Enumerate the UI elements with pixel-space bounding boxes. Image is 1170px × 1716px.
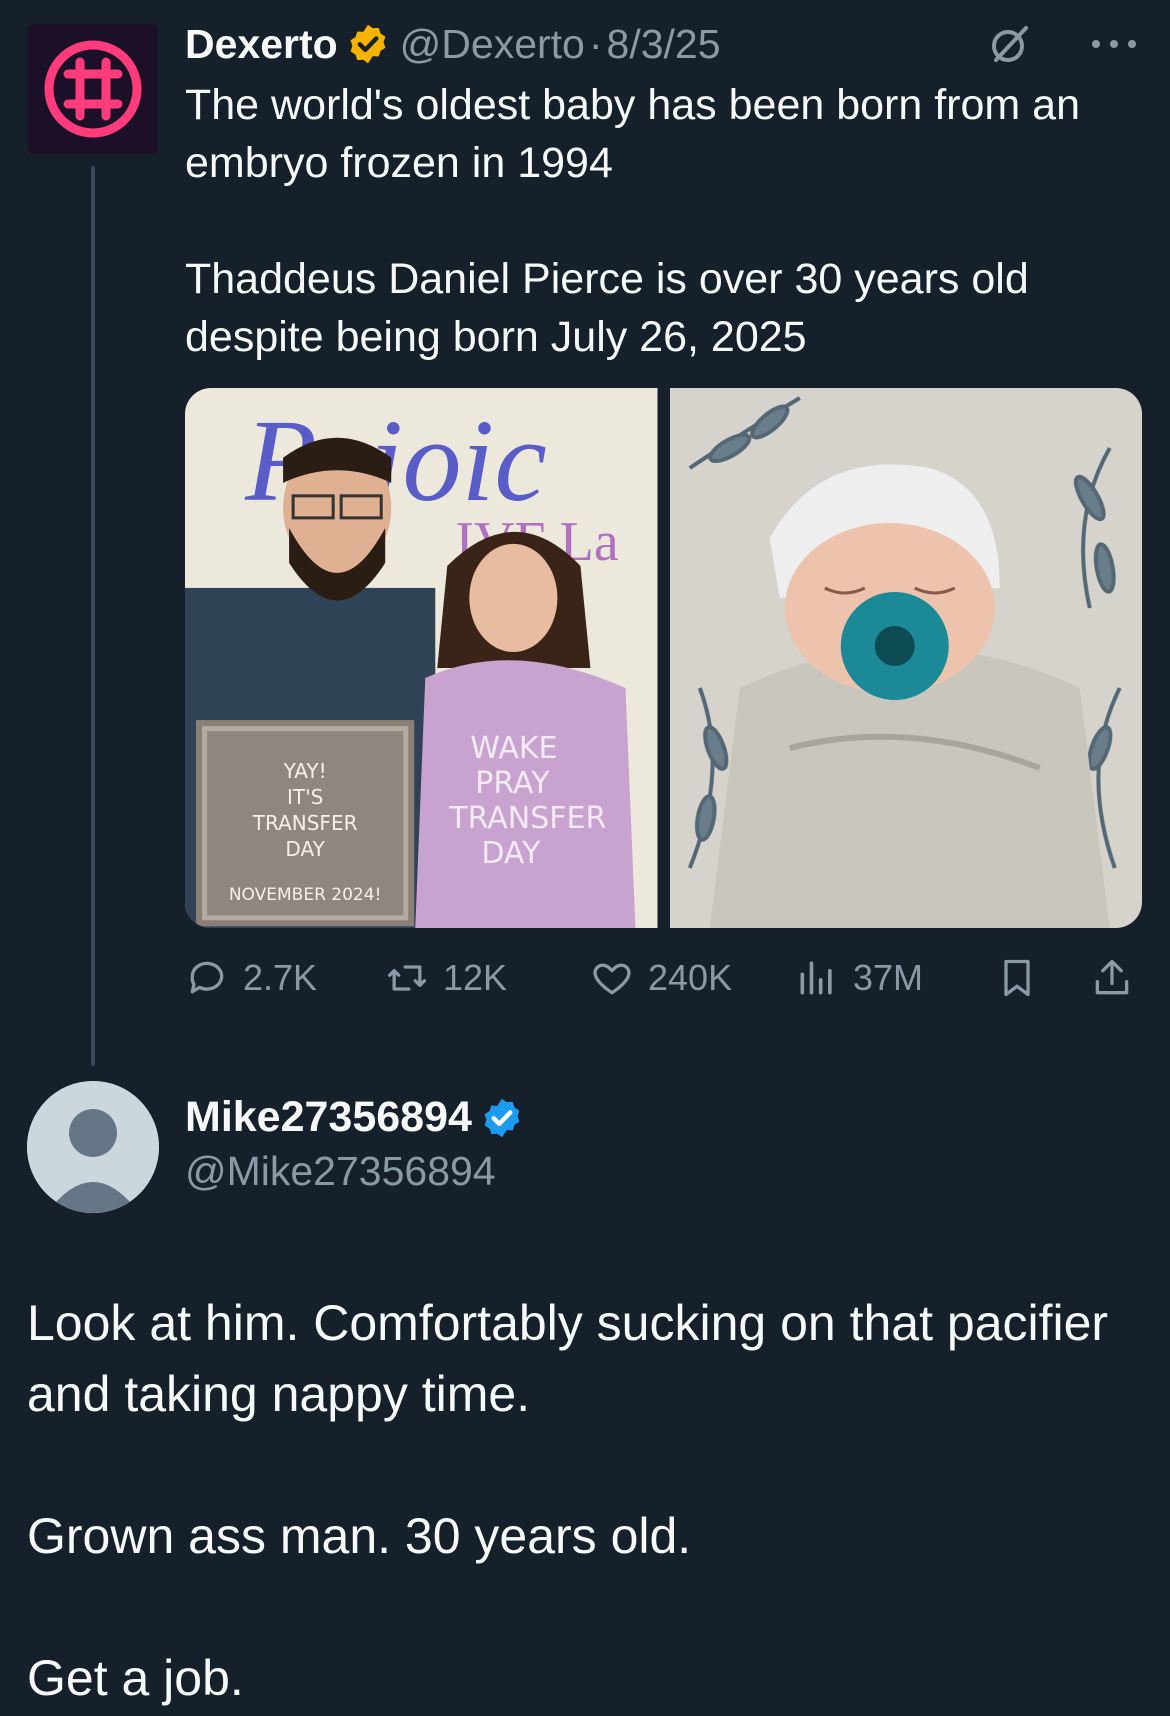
tweet-media[interactable]: Rejoic IVF La WAKE PRAY TRANSFER DAY YAY…	[185, 388, 1142, 928]
board-line-4: DAY	[285, 837, 325, 861]
views-button[interactable]: 37M	[795, 956, 923, 1000]
author-handle[interactable]: @Dexerto	[400, 21, 585, 68]
verified-blue-icon[interactable]	[480, 1096, 524, 1140]
separator-dot: ·	[588, 20, 603, 67]
thread-connector	[91, 166, 95, 1066]
reply-icon	[190, 961, 224, 994]
default-avatar-icon	[27, 1081, 159, 1213]
shirt-line-4: DAY	[481, 836, 541, 871]
board-line-1: YAY!	[283, 759, 327, 783]
board-line-2: IT'S	[287, 785, 323, 809]
share-icon	[1095, 959, 1129, 995]
shirt-line-2: PRAY	[475, 766, 550, 801]
dexerto-avatar[interactable]	[28, 24, 158, 154]
reply-paragraph-3: Get a job.	[27, 1650, 244, 1706]
author-name[interactable]: Dexerto	[185, 21, 338, 68]
board-footer: NOVEMBER 2024!	[229, 885, 382, 905]
reply-count: 2.7K	[243, 957, 318, 998]
couple-photo[interactable]: Rejoic IVF La WAKE PRAY TRANSFER DAY YAY…	[185, 388, 658, 928]
retweet-count: 12K	[443, 957, 508, 998]
reply-paragraph-2: Grown ass man. 30 years old.	[27, 1508, 692, 1564]
retweet-button[interactable]: 12K	[385, 956, 507, 1000]
bookmark-button[interactable]	[995, 956, 1039, 1000]
shirt-line-3: TRANSFER	[448, 801, 606, 836]
shirt-line-1: WAKE	[470, 731, 557, 766]
more-options-icon[interactable]	[1086, 22, 1142, 66]
reply-body: Look at him. Comfortably sucking on that…	[27, 1288, 1147, 1714]
like-button[interactable]: 240K	[590, 956, 732, 1000]
reply-author-name[interactable]: Mike27356894	[185, 1093, 472, 1142]
views-icon	[800, 961, 832, 995]
post-date[interactable]: 8/3/25	[607, 21, 721, 68]
tweet-actions: 2.7K 12K 240K 37M	[185, 948, 1145, 1008]
share-button[interactable]	[1090, 956, 1134, 1000]
reply-author-row: Mike27356894	[185, 1093, 534, 1142]
baby-photo[interactable]	[669, 388, 1142, 928]
like-icon	[593, 963, 631, 995]
grok-icon[interactable]	[988, 22, 1032, 66]
board-line-3: TRANSFER	[252, 811, 358, 835]
like-count: 240K	[648, 957, 733, 998]
mike-avatar[interactable]	[27, 1081, 159, 1213]
verified-gold-icon[interactable]	[346, 22, 390, 66]
tweet-body: The world's oldest baby has been born fr…	[185, 76, 1145, 366]
reply-author-handle[interactable]: @Mike27356894	[185, 1148, 496, 1195]
tweet-header: Dexerto @Dexerto · 8/3/25	[185, 16, 1150, 72]
retweet-icon	[387, 965, 427, 991]
reply-paragraph-1: Look at him. Comfortably sucking on that…	[27, 1295, 1109, 1422]
tweet-text-paragraph-2: Thaddeus Daniel Pierce is over 30 years …	[185, 255, 1029, 361]
bookmark-icon	[1004, 959, 1030, 997]
view-count: 37M	[853, 957, 924, 998]
reply-button[interactable]: 2.7K	[185, 956, 317, 1000]
tweet-text-paragraph-1: The world's oldest baby has been born fr…	[185, 81, 1081, 187]
